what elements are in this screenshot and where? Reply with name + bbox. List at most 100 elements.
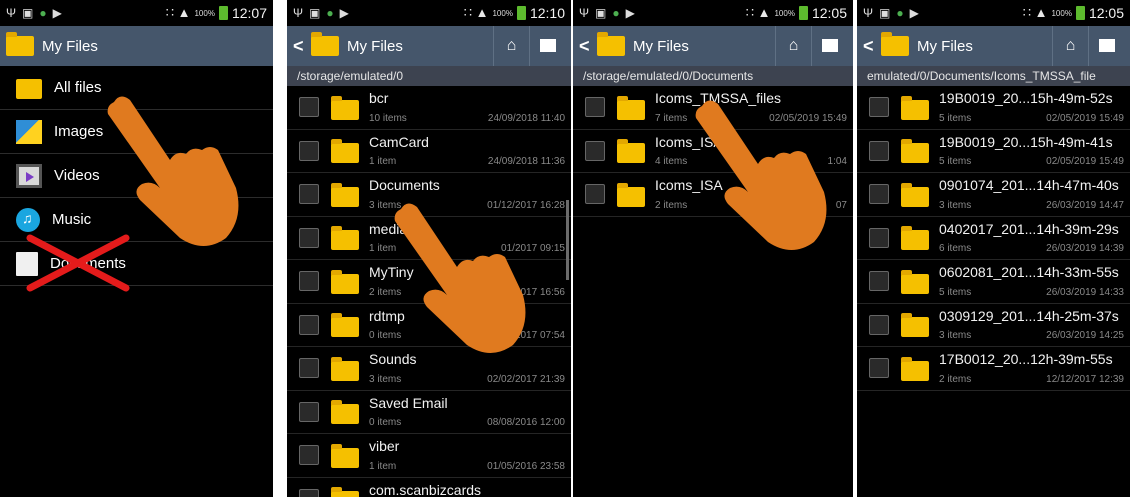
menu-item-music[interactable]: Music [0, 198, 273, 242]
select-checkbox[interactable] [869, 314, 889, 335]
folder-icon [331, 269, 359, 294]
list-item[interactable]: CamCard 1 item 24/09/2018 11:36 [287, 130, 571, 173]
item-count: 3 items [939, 199, 972, 211]
up-folder-button[interactable] [1088, 26, 1124, 76]
list-item[interactable]: media 1 item 01/2017 09:15 [287, 217, 571, 260]
select-checkbox[interactable] [869, 271, 889, 292]
folder-icon [617, 139, 645, 164]
menu-item-all-files[interactable]: All files [0, 66, 273, 110]
select-checkbox[interactable] [869, 97, 889, 118]
list-item[interactable]: 0602081_201...14h-33m-55s 5 items 26/03/20… [857, 260, 1130, 304]
menu-item-images[interactable]: Images [0, 110, 273, 154]
phone-screen-2: Ψ▣●▶ ∷ ▲ 100% 12:10 < My Files ⌂ /storag… [287, 0, 571, 497]
select-checkbox[interactable] [299, 227, 319, 248]
select-checkbox[interactable] [299, 140, 319, 161]
select-checkbox[interactable] [585, 97, 605, 118]
folder-name: 0901074_201...14h-47m-40s [939, 177, 1119, 193]
list-item[interactable]: com.scanbizcards [287, 478, 571, 497]
list-item[interactable]: Saved Email 0 items 08/08/2016 12:00 [287, 391, 571, 434]
phone-screen-1: Ψ ▣ ● ▶ ∷ ▲ 100% 12:07 My Files All files I… [0, 0, 273, 497]
home-button[interactable]: ⌂ [1052, 26, 1088, 66]
app-title: My Files [917, 37, 973, 55]
signal-icon: ∷ ▲ [165, 5, 191, 20]
back-arrow-icon[interactable]: < [293, 36, 307, 57]
list-item[interactable]: 0901074_201...14h-47m-40s 3 items 26/03/20… [857, 173, 1130, 217]
list-item[interactable]: 17B0012_20...12h-39m-55s 2 items 12/12/201… [857, 347, 1130, 391]
modified-date: 26/03/2019 14:25 [1046, 330, 1124, 341]
select-checkbox[interactable] [869, 140, 889, 161]
select-checkbox[interactable] [299, 314, 319, 335]
home-button[interactable]: ⌂ [775, 26, 811, 66]
list-item[interactable]: Sounds 3 items 02/02/2017 21:39 [287, 347, 571, 391]
signal-icon: ∷ ▲ [1022, 5, 1048, 20]
folder-name: 0602081_201...14h-33m-55s [939, 264, 1119, 280]
list-item[interactable]: bcr 10 items 24/09/2018 11:40 [287, 86, 571, 130]
list-item[interactable]: 19B0019_20...15h-49m-41s 5 items 02/05/201… [857, 130, 1130, 173]
notification-icons: Ψ ▣ ● ▶ [293, 6, 349, 20]
select-checkbox[interactable] [299, 445, 319, 466]
folder-icon [6, 32, 34, 56]
path-bar: emulated/0/Documents/Icoms_TMSSA_file [857, 66, 1130, 86]
phone-screen-4: Ψ▣●▶ ∷ ▲ 100% 12:05 < My Files ⌂ emulate… [857, 0, 1130, 497]
list-item[interactable]: 19B0019_20...15h-49m-52s 5 items 02/05/201… [857, 86, 1130, 130]
modified-date: 24/09/2018 11:40 [487, 112, 565, 124]
folder-icon [331, 95, 359, 120]
select-checkbox[interactable] [869, 358, 889, 379]
folder-icon [16, 78, 42, 99]
select-checkbox[interactable] [299, 358, 319, 379]
folder-name: Documents [369, 177, 440, 193]
item-count: 3 items [369, 373, 402, 385]
select-checkbox[interactable] [299, 401, 319, 422]
up-folder-button[interactable] [529, 26, 565, 76]
item-count: 5 items [939, 112, 972, 124]
phone-screen-3: Ψ▣●▶ ∷ ▲ 100% 12:05 < My Files ⌂ /storag… [573, 0, 853, 497]
select-checkbox[interactable] [869, 227, 889, 248]
list-item[interactable]: Icoms_TMSSA_files 7 items 02/05/2019 15:49 [573, 86, 853, 130]
back-arrow-icon[interactable]: < [863, 36, 877, 57]
up-folder-icon [1098, 36, 1115, 76]
select-checkbox[interactable] [869, 184, 889, 205]
item-count: 2 items [939, 373, 972, 385]
back-arrow-icon[interactable]: < [579, 36, 593, 57]
select-checkbox[interactable] [585, 140, 605, 161]
select-checkbox[interactable] [585, 184, 605, 205]
up-folder-button[interactable] [811, 26, 847, 76]
music-icon [16, 207, 40, 232]
modified-date: 2017 07:54 [514, 330, 565, 341]
folder-name: MyTiny [369, 264, 414, 280]
folder-icon [311, 32, 339, 56]
app-bar: < My Files ⌂ [573, 26, 853, 76]
folder-name: rdtmp [369, 307, 405, 324]
list-item[interactable]: 0402017_201...14h-39m-29s 6 items 26/03/20… [857, 217, 1130, 260]
menu-item-documents[interactable]: Documents [0, 242, 273, 286]
app-title: My Files [633, 37, 689, 55]
list-item[interactable]: MyTiny 2 items 2017 16:56 [287, 260, 571, 304]
item-count: 4 items [655, 156, 688, 167]
folder-name: Saved Email [369, 394, 448, 411]
modified-date: 02/05/2019 15:49 [1046, 156, 1124, 167]
list-item[interactable]: Icoms_ISA 4 items 1:04 [573, 130, 853, 173]
home-button[interactable]: ⌂ [493, 26, 529, 66]
up-folder-icon [539, 36, 556, 76]
select-checkbox[interactable] [299, 271, 319, 292]
app-title: My Files [42, 37, 98, 55]
item-count: 1 item [369, 460, 397, 472]
list-item[interactable]: 0309129_201...14h-25m-37s 3 items 26/03/20… [857, 304, 1130, 347]
list-item[interactable]: Icoms_ISA 2 items 07 [573, 173, 853, 217]
list-item[interactable]: Documents 3 items 01/12/2017 16:28 [287, 173, 571, 217]
list-item[interactable]: viber 1 item 01/05/2016 23:58 [287, 434, 571, 478]
battery-icon [1075, 6, 1085, 20]
select-checkbox[interactable] [299, 97, 319, 118]
folder-icon [331, 356, 359, 381]
folder-name: 19B0019_20...15h-49m-52s [939, 90, 1113, 106]
menu-item-videos[interactable]: Videos [0, 154, 273, 198]
file-list: 19B0019_20...15h-49m-52s 5 items 02/05/201… [857, 86, 1130, 391]
select-checkbox[interactable] [299, 184, 319, 205]
menu-item-label: All files [54, 79, 102, 96]
scrollbar[interactable] [566, 200, 569, 280]
folder-name: 19B0019_20...15h-49m-41s [939, 133, 1113, 150]
select-checkbox[interactable] [299, 488, 319, 497]
app-bar: < My Files ⌂ [287, 26, 571, 76]
list-item[interactable]: rdtmp 0 items 2017 07:54 [287, 304, 571, 347]
signal-icon: ∷ ▲ [745, 5, 771, 20]
